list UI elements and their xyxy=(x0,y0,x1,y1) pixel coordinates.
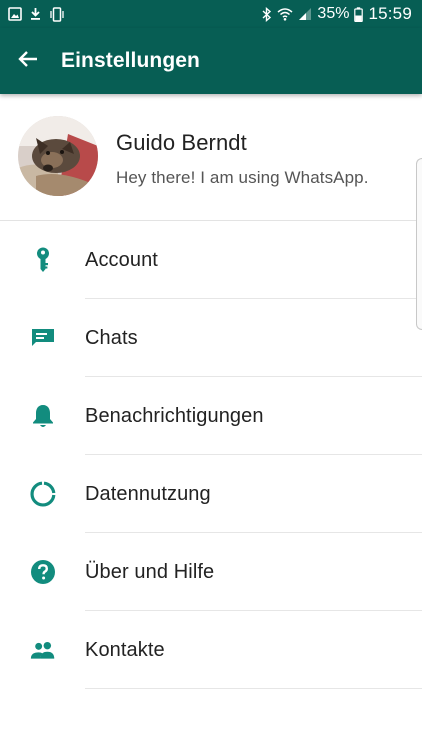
status-left-icons xyxy=(8,6,65,22)
download-icon xyxy=(29,7,42,21)
menu-item-data-usage[interactable]: Datennutzung xyxy=(0,455,422,533)
menu-item-help[interactable]: Über und Hilfe xyxy=(0,533,422,611)
back-button[interactable] xyxy=(0,28,56,94)
app-bar: Einstellungen xyxy=(0,28,422,94)
menu-label-notifications: Benachrichtigungen xyxy=(85,404,264,427)
status-bar: 35% 15:59 xyxy=(0,0,422,28)
menu-item-notifications[interactable]: Benachrichtigungen xyxy=(0,377,422,455)
vibrate-icon xyxy=(49,6,65,22)
signal-icon xyxy=(298,7,312,21)
menu-item-contacts[interactable]: Kontakte xyxy=(0,611,422,689)
help-icon xyxy=(30,559,56,585)
image-icon xyxy=(8,7,22,21)
menu-label-data-usage: Datennutzung xyxy=(85,482,211,505)
chat-icon xyxy=(30,325,56,351)
bluetooth-icon xyxy=(261,6,272,22)
menu-label-chats: Chats xyxy=(85,326,138,349)
key-icon xyxy=(30,247,56,273)
arrow-back-icon xyxy=(17,48,39,75)
menu-label-contacts: Kontakte xyxy=(85,638,165,661)
status-right-icons: 35% 15:59 xyxy=(261,4,412,24)
edge-panel-handle[interactable] xyxy=(416,158,422,330)
profile-text: Guido Berndt Hey there! I am using Whats… xyxy=(116,130,369,188)
divider xyxy=(85,688,422,689)
profile-name: Guido Berndt xyxy=(116,130,247,155)
contacts-icon xyxy=(30,637,56,663)
menu-item-account[interactable]: Account xyxy=(0,221,422,299)
bell-icon xyxy=(30,403,56,429)
wifi-icon xyxy=(277,7,293,21)
profile-status: Hey there! I am using WhatsApp. xyxy=(116,168,369,187)
menu-label-account: Account xyxy=(85,248,158,271)
menu-label-help: Über und Hilfe xyxy=(85,560,215,583)
battery-percent: 35% xyxy=(317,5,350,22)
settings-menu: Account Chats Benachrichtigungen Datennu… xyxy=(0,221,422,689)
page-title: Einstellungen xyxy=(61,49,200,72)
avatar[interactable] xyxy=(18,116,98,196)
profile-row[interactable]: Guido Berndt Hey there! I am using Whats… xyxy=(0,94,422,221)
battery-icon xyxy=(354,6,364,22)
menu-item-chats[interactable]: Chats xyxy=(0,299,422,377)
data-usage-icon xyxy=(30,481,56,507)
clock: 15:59 xyxy=(368,4,412,23)
